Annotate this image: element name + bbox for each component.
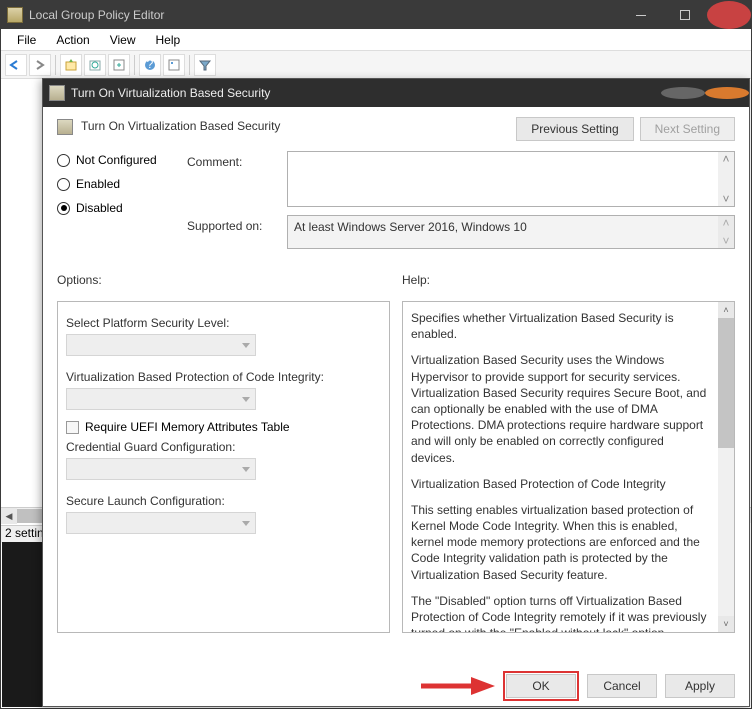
menu-view[interactable]: View — [100, 31, 146, 49]
comment-label: Comment: — [187, 151, 287, 207]
help-text: This setting enables virtualization base… — [411, 502, 710, 583]
back-button[interactable] — [5, 54, 27, 76]
securelaunch-combo[interactable] — [66, 512, 256, 534]
supported-on-text: At least Windows Server 2016, Windows 10 — [294, 220, 527, 234]
option-vbpci-label: Virtualization Based Protection of Code … — [66, 370, 381, 384]
app-icon — [7, 7, 23, 23]
radio-label: Not Configured — [76, 153, 157, 167]
uefi-checkbox-label: Require UEFI Memory Attributes Table — [85, 420, 290, 434]
help-panel: Specifies whether Virtualization Based S… — [402, 301, 735, 633]
radio-not-configured[interactable]: Not Configured — [57, 153, 187, 167]
uefi-checkbox[interactable]: Require UEFI Memory Attributes Table — [66, 420, 381, 434]
help-label: Help: — [402, 273, 735, 287]
help-text: Virtualization Based Protection of Code … — [411, 476, 710, 492]
toolbar: ? — [1, 51, 751, 79]
refresh-button[interactable] — [84, 54, 106, 76]
dialog-title: Turn On Virtualization Based Security — [71, 86, 661, 100]
scroll-thumb[interactable] — [718, 318, 734, 448]
parent-titlebar[interactable]: Local Group Policy Editor — [1, 1, 751, 29]
radio-enabled[interactable]: Enabled — [57, 177, 187, 191]
annotation-arrow-icon — [417, 673, 497, 699]
export-button[interactable] — [108, 54, 130, 76]
up-button[interactable] — [60, 54, 82, 76]
menu-file[interactable]: File — [7, 31, 46, 49]
minimize-button[interactable] — [619, 1, 663, 29]
svg-text:?: ? — [147, 58, 154, 71]
help-button[interactable]: ? — [139, 54, 161, 76]
credguard-combo[interactable] — [66, 458, 256, 480]
radio-label: Disabled — [76, 201, 123, 215]
comment-textarea[interactable]: ˄˅ — [287, 151, 735, 207]
menubar: File Action View Help — [1, 29, 751, 51]
cancel-button[interactable]: Cancel — [587, 674, 657, 698]
scroll-down-icon[interactable]: ˅ — [718, 616, 734, 632]
properties-button[interactable] — [163, 54, 185, 76]
option-credguard-label: Credential Guard Configuration: — [66, 440, 381, 454]
ok-highlight-box: OK — [503, 671, 579, 701]
help-text: The "Disabled" option turns off Virtuali… — [411, 593, 710, 633]
dialog-icon — [49, 85, 65, 101]
dialog-titlebar[interactable]: Turn On Virtualization Based Security — [43, 79, 749, 107]
supported-label: Supported on: — [187, 215, 287, 249]
radio-label: Enabled — [76, 177, 120, 191]
apply-button[interactable]: Apply — [665, 674, 735, 698]
help-scrollbar[interactable]: ˄ ˅ — [718, 302, 734, 632]
help-text: Virtualization Based Security uses the W… — [411, 352, 710, 465]
policy-icon — [57, 119, 73, 135]
vbpci-combo[interactable] — [66, 388, 256, 410]
dialog-close-button[interactable] — [705, 79, 749, 107]
comment-scrollbar[interactable]: ˄˅ — [718, 152, 734, 206]
supported-on-field: At least Windows Server 2016, Windows 10… — [287, 215, 735, 249]
dialog-minimize-button[interactable] — [661, 79, 705, 107]
forward-button[interactable] — [29, 54, 51, 76]
scroll-left-icon[interactable]: ◀ — [1, 508, 17, 524]
ok-button[interactable]: OK — [506, 674, 576, 698]
options-panel: Select Platform Security Level: Virtuali… — [57, 301, 390, 633]
radio-disabled[interactable]: Disabled — [57, 201, 187, 215]
option-securelaunch-label: Secure Launch Configuration: — [66, 494, 381, 508]
menu-action[interactable]: Action — [46, 31, 99, 49]
close-button[interactable] — [707, 1, 751, 29]
dialog-footer: OK Cancel Apply — [43, 666, 749, 706]
parent-window-title: Local Group Policy Editor — [29, 8, 619, 22]
platform-level-combo[interactable] — [66, 334, 256, 356]
maximize-button[interactable] — [663, 1, 707, 29]
supported-scrollbar: ˄˅ — [718, 216, 734, 248]
previous-setting-button[interactable]: Previous Setting — [516, 117, 633, 141]
help-text: Specifies whether Virtualization Based S… — [411, 310, 710, 342]
next-setting-button: Next Setting — [640, 117, 735, 141]
menu-help[interactable]: Help — [146, 31, 191, 49]
policy-heading: Turn On Virtualization Based Security — [81, 117, 516, 133]
filter-button[interactable] — [194, 54, 216, 76]
option-platform-level-label: Select Platform Security Level: — [66, 316, 381, 330]
policy-dialog: Turn On Virtualization Based Security Tu… — [42, 78, 750, 707]
scroll-up-icon[interactable]: ˄ — [718, 302, 734, 318]
options-label: Options: — [57, 273, 390, 287]
